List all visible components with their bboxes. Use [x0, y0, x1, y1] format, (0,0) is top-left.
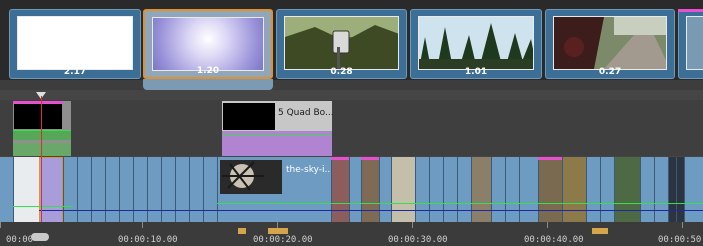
time-ruler[interactable]: 00:00 00:00:10.00 00:00:20.00 00:00:30.0… [0, 222, 703, 246]
playhead[interactable] [41, 96, 42, 226]
clip-marker [361, 157, 379, 160]
ruler-tick [682, 222, 683, 228]
timeline-clip[interactable] [119, 157, 133, 227]
clip-duration: 1.20 [196, 66, 220, 76]
clip-marker [13, 101, 63, 104]
timeline-clip[interactable] [684, 157, 703, 227]
clip-duration: 2.17 [63, 67, 87, 77]
timeline-clip[interactable] [189, 157, 203, 227]
clip-thumbnail [284, 16, 399, 70]
timeline-clip[interactable] [640, 157, 654, 227]
timeline-clip[interactable] [133, 157, 147, 227]
timeline-clip[interactable] [415, 157, 429, 227]
clip-duration: 0.27 [598, 67, 622, 77]
clip-marker [331, 157, 349, 160]
storyboard-clip-4[interactable]: 1.01 [410, 9, 542, 79]
timeline-clip[interactable] [63, 157, 77, 227]
audio-level-line [222, 135, 332, 136]
timeline-clip[interactable] [471, 157, 491, 227]
ruler-label: 00:00:40.00 [524, 235, 584, 245]
audio-level-line [217, 203, 703, 204]
timeline-clip[interactable] [562, 157, 586, 227]
timeline-clip[interactable] [614, 157, 640, 227]
timeline-clip[interactable] [203, 157, 217, 227]
timeline-clip[interactable] [443, 157, 457, 227]
clip-marker [538, 157, 562, 160]
audio-volume-line [39, 210, 703, 211]
timeline-clip[interactable] [361, 157, 379, 227]
timeline-clip[interactable] [505, 157, 519, 227]
clip-thumbnail [17, 16, 133, 70]
timeline-clip[interactable] [175, 157, 189, 227]
timeline-clip[interactable] [457, 157, 471, 227]
clip-thumbnail [223, 103, 275, 130]
overlay-clip-title: 5 Quad Bo... [278, 108, 334, 118]
ruler-label: 00:00:30.00 [388, 235, 448, 245]
clip-thumbnail [686, 16, 703, 70]
timeline-clip[interactable] [668, 157, 676, 227]
timeline-clip[interactable] [600, 157, 614, 227]
timeline-clip[interactable] [13, 157, 39, 227]
clip-thumbnail [553, 16, 667, 70]
ruler-label: 00:00 [6, 235, 34, 245]
timeline-marker[interactable] [268, 228, 288, 234]
ruler-label: 00:00:10.00 [118, 235, 178, 245]
clip-thumbnail [152, 17, 264, 71]
title-overlay-clip[interactable]: 5 Quad Bo... [222, 101, 334, 156]
timeline-clip[interactable] [331, 157, 349, 227]
audio-waveform [13, 143, 71, 156]
playhead-handle[interactable] [31, 233, 49, 241]
clip-thumbnail [14, 103, 62, 129]
storyboard: 2.17 1.20 0.28 1.01 0.27 [0, 0, 703, 80]
storyboard-clip-3[interactable]: 0.28 [276, 9, 407, 79]
timeline-clip[interactable] [379, 157, 391, 227]
timeline-clip-selected[interactable] [39, 157, 63, 227]
audio-waveform [13, 130, 71, 140]
storyboard-clip-6[interactable] [678, 9, 703, 79]
main-clip-title: the-sky-i... [286, 165, 334, 175]
ruler-label: 00:00:50.00 [658, 235, 703, 245]
timeline-clip[interactable] [538, 157, 562, 227]
timeline-clip[interactable] [105, 157, 119, 227]
timeline-clip[interactable] [491, 157, 505, 227]
timeline-clip[interactable] [429, 157, 443, 227]
timeline-clip-sky[interactable]: the-sky-i... [217, 157, 334, 227]
timeline-clip[interactable] [519, 157, 538, 227]
timeline-clip[interactable] [77, 157, 91, 227]
timeline-marker[interactable] [592, 228, 608, 234]
timeline-clip[interactable] [147, 157, 161, 227]
clip-thumbnail [220, 160, 282, 194]
storyboard-clip-1[interactable]: 2.17 [9, 9, 141, 79]
ruler-tick [142, 222, 143, 228]
ruler-tick [0, 222, 1, 228]
timeline-clip[interactable] [676, 157, 684, 227]
ruler-tick [547, 222, 548, 228]
ruler-label: 00:00:20.00 [253, 235, 313, 245]
timeline-clip[interactable] [586, 157, 600, 227]
timeline-clip[interactable] [654, 157, 668, 227]
timeline-clip[interactable] [349, 157, 361, 227]
audio-level-line [13, 130, 71, 131]
audio-level-line [13, 206, 73, 207]
overlay-track [0, 100, 703, 156]
ruler-tick [412, 222, 413, 228]
overlay-clip[interactable] [13, 101, 71, 156]
clip-duration: 1.01 [464, 67, 488, 77]
timeline-clip[interactable] [161, 157, 175, 227]
timeline-clip[interactable] [91, 157, 105, 227]
storyboard-clip-2[interactable]: 1.20 [143, 9, 273, 79]
storyboard-clip-5[interactable]: 0.27 [545, 9, 675, 79]
clip-duration: 0.28 [330, 67, 353, 77]
timeline-clip[interactable] [391, 157, 415, 227]
clip-marker [678, 9, 703, 12]
clip-thumbnail [418, 16, 534, 70]
timeline-marker[interactable] [238, 228, 246, 234]
selection-connector [143, 79, 273, 90]
